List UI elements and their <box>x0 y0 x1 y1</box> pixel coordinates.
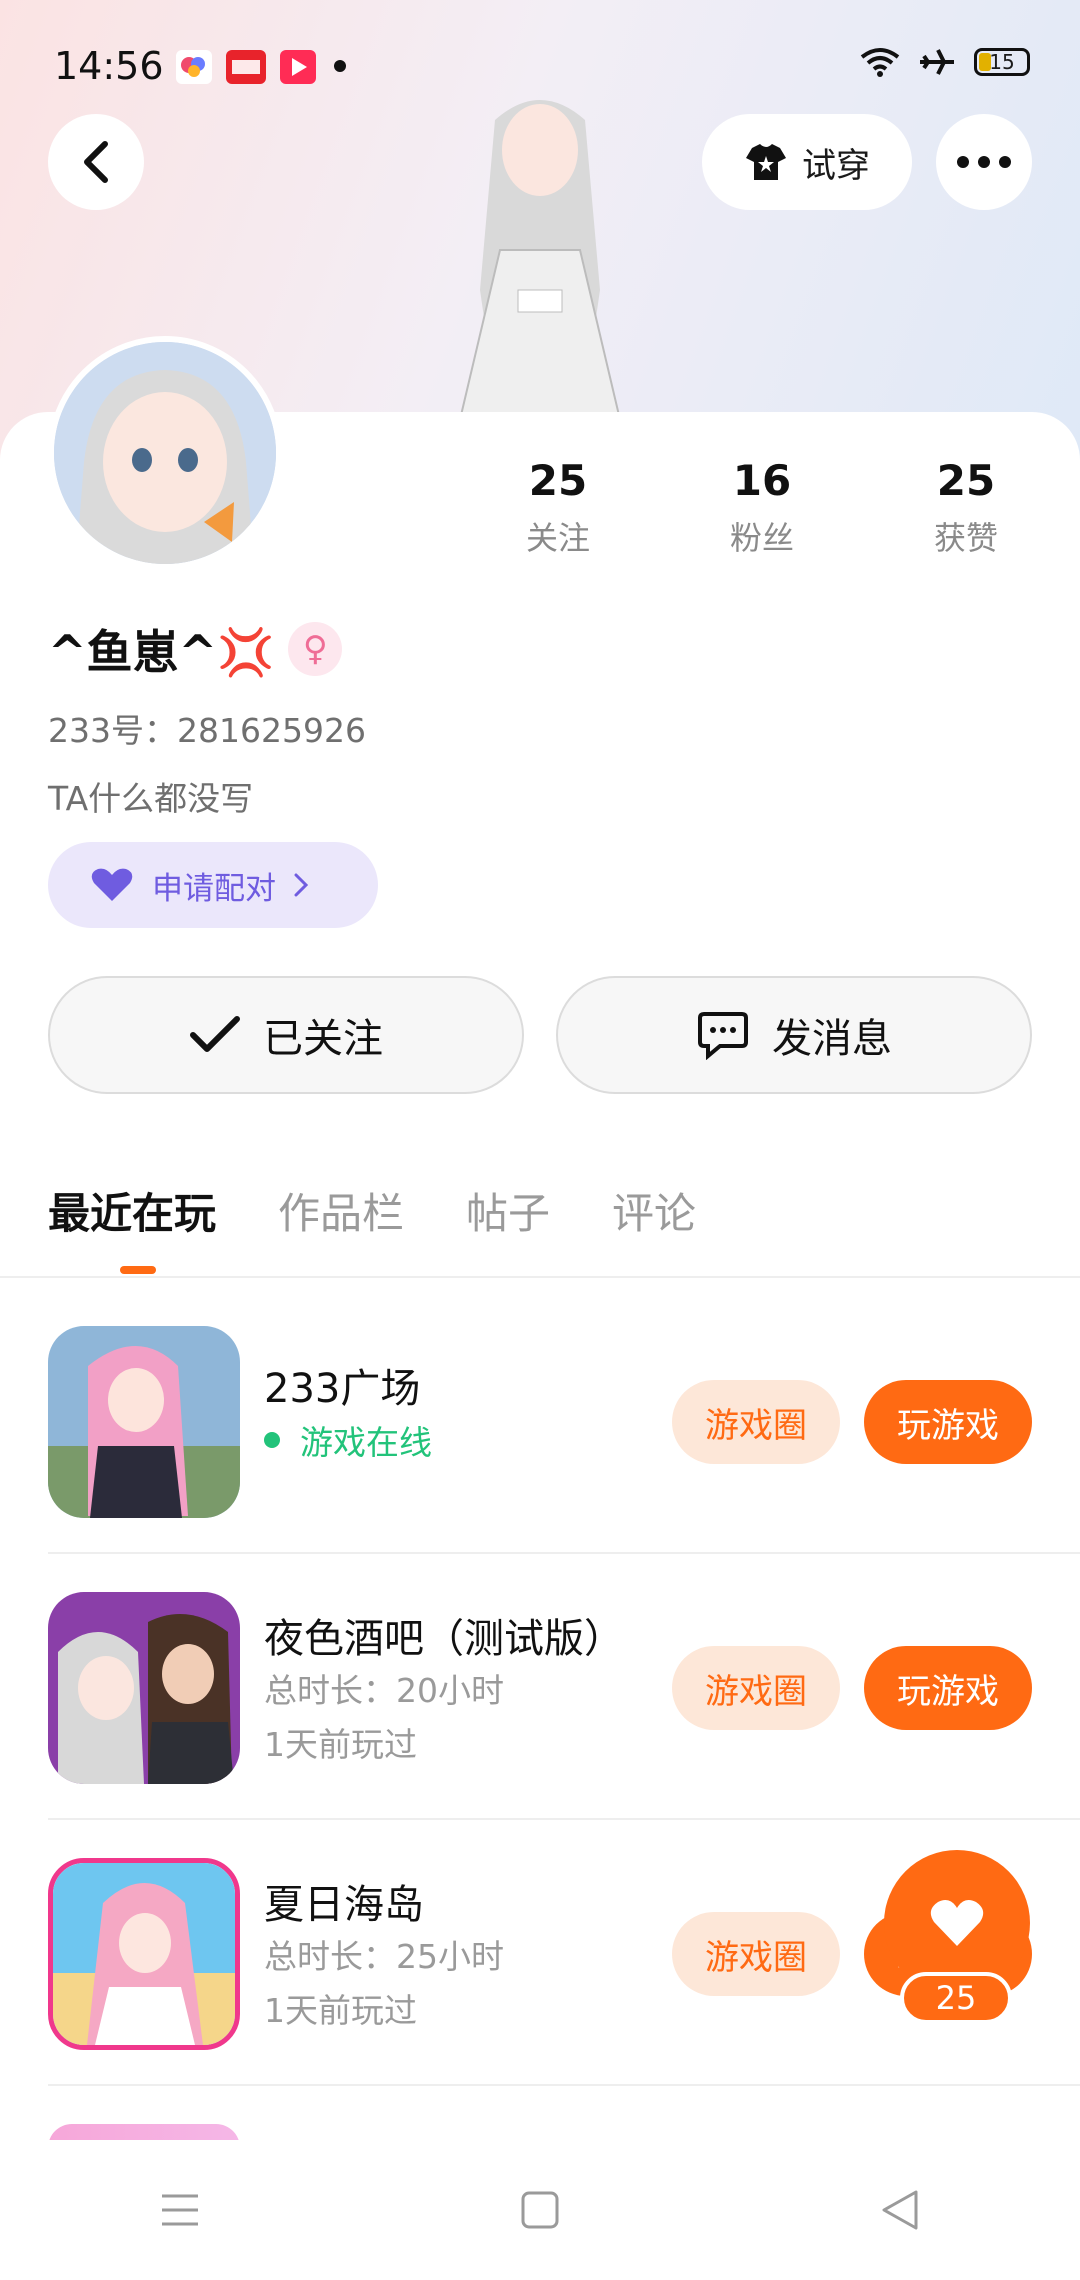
chat-bubble-icon <box>698 1012 748 1060</box>
game-title: 夏日海岛 <box>264 1882 424 1928</box>
game-last-played: 1天前玩过 <box>264 1725 417 1764</box>
game-duration: 总时长：25小时 <box>264 1937 504 1976</box>
status-indicators: 15 <box>860 46 1030 78</box>
name-row: ^鱼崽^💢 ♀ <box>48 616 343 682</box>
try-on-label: 试穿 <box>802 145 870 186</box>
tab-comments[interactable]: 评论 <box>612 1180 696 1241</box>
game-circle-button[interactable]: 游戏圈 <box>672 1380 840 1464</box>
likes-label: 获赞 <box>933 519 998 557</box>
play-game-button[interactable]: 玩游戏 <box>864 1380 1032 1464</box>
apply-pair-button[interactable]: 申请配对 <box>48 842 378 928</box>
fans-stat[interactable]: 16 粉丝 <box>692 456 832 559</box>
game-title: 233广场 <box>264 1366 421 1412</box>
fans-count: 16 <box>732 456 792 505</box>
tab-posts[interactable]: 帖子 <box>466 1180 550 1241</box>
game-icon-summer-island[interactable] <box>48 1858 240 2050</box>
game-online-status: 游戏在线 <box>264 1416 432 1464</box>
followed-button[interactable]: 已关注 <box>48 976 524 1094</box>
followed-label: 已关注 <box>263 1016 383 1062</box>
row-divider <box>48 2084 1080 2086</box>
following-label: 关注 <box>525 519 590 557</box>
user-id: 233号：281625926 <box>48 711 366 750</box>
game-duration: 总时长：20小时 <box>264 1671 504 1710</box>
tab-works[interactable]: 作品栏 <box>278 1180 404 1241</box>
active-tab-indicator <box>120 1266 156 1274</box>
video-notification-icon <box>280 50 316 84</box>
back-button[interactable] <box>48 114 144 210</box>
fans-label: 粉丝 <box>729 519 794 557</box>
profile-tabs: 最近在玩 作品栏 帖子 评论 <box>48 1180 696 1241</box>
check-icon <box>190 1016 240 1052</box>
heart-icon <box>930 1900 984 1946</box>
send-message-button[interactable]: 发消息 <box>556 976 1032 1094</box>
avatar-3d-figure <box>448 100 632 462</box>
avatar[interactable] <box>48 336 282 570</box>
apply-pair-label: 申请配对 <box>152 870 276 907</box>
back-triangle-icon[interactable] <box>880 2188 920 2232</box>
more-icon <box>957 156 1011 168</box>
game-icon-233-plaza[interactable] <box>48 1326 240 1518</box>
like-count-badge: 25 <box>900 1972 1012 2024</box>
menu-icon[interactable] <box>160 2192 200 2228</box>
toutiao-notification-icon <box>226 50 266 84</box>
heart-pair-icon <box>91 868 133 901</box>
tab-recently-playing[interactable]: 最近在玩 <box>48 1180 216 1241</box>
likes-count: 25 <box>936 456 996 505</box>
send-message-label: 发消息 <box>772 1016 892 1062</box>
following-stat[interactable]: 25 关注 <box>488 456 628 559</box>
chevron-right-icon <box>294 873 309 897</box>
online-status-label: 游戏在线 <box>300 1423 432 1462</box>
airplane-mode-icon <box>920 49 954 75</box>
app-notification-icon <box>176 50 212 84</box>
more-button[interactable] <box>936 114 1032 210</box>
user-name: ^鱼崽^💢 <box>48 625 275 679</box>
notification-dot-icon <box>334 60 346 72</box>
likes-stat[interactable]: 25 获赞 <box>896 456 1036 559</box>
wifi-icon <box>860 48 900 77</box>
tab-divider <box>0 1276 1080 1278</box>
online-dot-icon <box>264 1432 280 1448</box>
tshirt-icon <box>746 144 786 180</box>
game-title: 夜色酒吧（测试版） <box>264 1616 624 1662</box>
play-game-button[interactable]: 玩游戏 <box>864 1646 1032 1730</box>
system-navigation-bar <box>0 2140 1080 2280</box>
game-circle-button[interactable]: 游戏圈 <box>672 1646 840 1730</box>
female-gender-icon: ♀ <box>288 622 343 676</box>
battery-level: 15 <box>989 50 1015 74</box>
chevron-left-icon <box>84 141 108 183</box>
try-on-button[interactable]: 试穿 <box>702 114 912 210</box>
game-icon-night-bar[interactable] <box>48 1592 240 1784</box>
home-square-icon[interactable] <box>520 2190 560 2230</box>
profile-page: 14:56 15 试穿 25 关注 16 粉丝 25 获赞 ^鱼崽^💢 ♀ 23… <box>0 0 1080 2280</box>
user-bio: TA什么都没写 <box>48 779 254 818</box>
following-count: 25 <box>528 456 588 505</box>
game-circle-button[interactable]: 游戏圈 <box>672 1912 840 1996</box>
status-time: 14:56 <box>54 44 164 88</box>
game-last-played: 1天前玩过 <box>264 1991 417 2030</box>
row-divider <box>48 1818 1080 1820</box>
battery-icon: 15 <box>974 48 1030 76</box>
row-divider <box>48 1552 1080 1554</box>
